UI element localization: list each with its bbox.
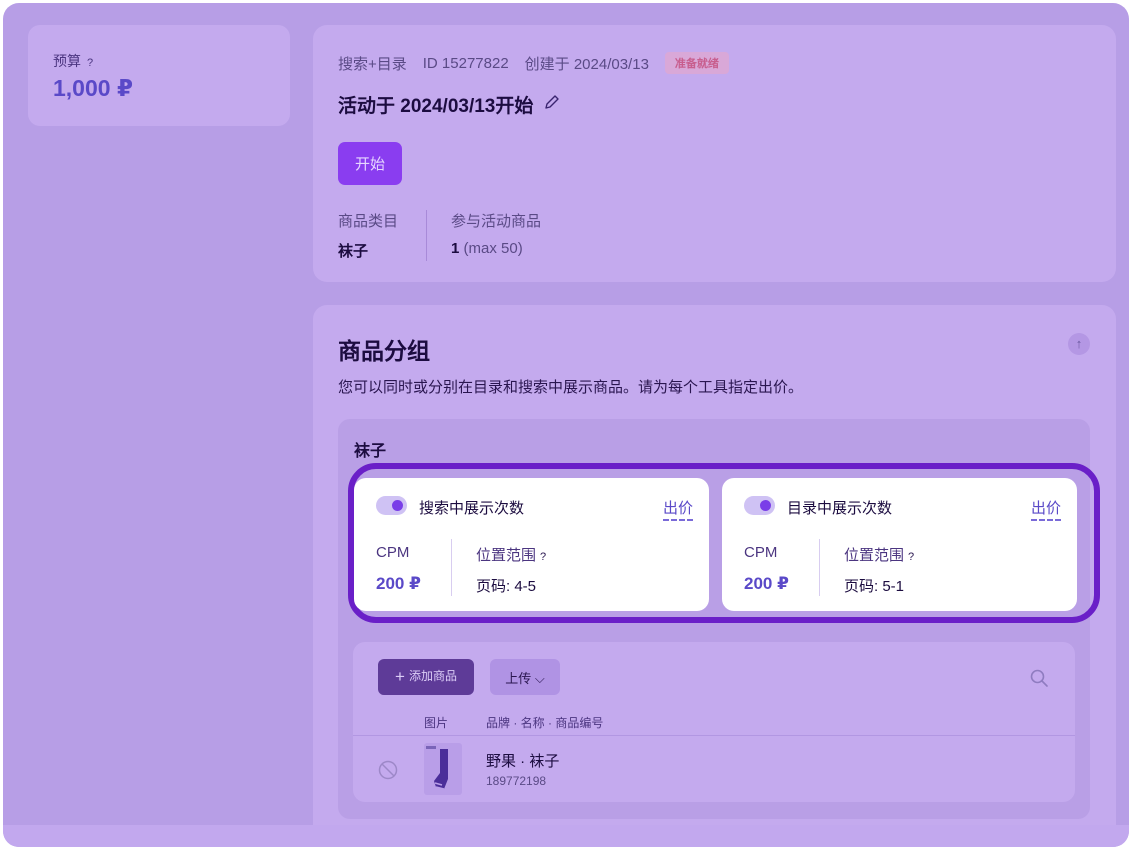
range-value: 页码: 4-5 [476,578,537,595]
upload-label: 上传 [505,670,532,686]
cpm-label: CPM [744,544,778,561]
product-id: 189772198 [486,774,547,788]
groups-title: 商品分组 [338,338,430,364]
divider [451,539,452,596]
start-button[interactable]: 开始 [338,142,402,185]
campaign-meta: 搜索+目录 ID 15277822 创建于 2024/03/13 准备就绪 [338,52,745,74]
budget-value: 1,000 ₽ [53,75,133,101]
cpm-label: CPM [376,544,410,561]
products-label: 参与活动商品 [451,213,542,230]
pencil-icon[interactable] [543,93,561,116]
range-label: 位置范围 [476,547,537,564]
budget-help-icon[interactable]: ? [87,57,93,69]
add-product-button[interactable]: + 添加商品 [378,659,474,695]
groups-description: 您可以同时或分别在目录和搜索中展示商品。请为每个工具指定出价。 [338,379,804,396]
budget-label: 预算 [53,53,81,69]
range-help-icon[interactable]: ? [908,551,914,563]
product-group: 袜子 搜索中展示次数 出价 CPM 200 ₽ 位置范围? 页码: 4-5 目录… [338,419,1100,819]
range-label: 位置范围 [844,547,905,564]
search-toggle[interactable] [376,496,407,515]
campaign-title: 活动于 2024/03/13开始 [338,96,534,117]
bid-link[interactable]: 出价 [1030,497,1061,521]
placement-title: 搜索中展示次数 [419,500,525,517]
products-count: 1 [451,240,460,257]
products-info: 参与活动商品 1 (max 50) [451,210,541,257]
catalog-toggle[interactable] [744,496,775,515]
divider [819,539,820,596]
upload-button[interactable]: 上传 ⌵ [490,659,560,695]
app-frame: 预算? 1,000 ₽ 搜索+目录 ID 15277822 创建于 2024/0… [3,3,1129,847]
budget-card: 预算? 1,000 ₽ [28,25,290,126]
arrow-up-icon[interactable]: ↑ [1068,333,1090,355]
range-help-icon[interactable]: ? [540,551,546,563]
campaign-type: 搜索+目录 [338,55,407,73]
plus-icon: + [395,667,405,686]
range-value: 页码: 5-1 [844,578,905,595]
category-label: 商品类目 [338,213,399,230]
sock-icon [426,746,448,790]
placement-title: 目录中展示次数 [787,500,893,517]
category-value: 袜子 [338,243,369,260]
cpm-value: 200 ₽ [744,574,789,593]
search-icon[interactable] [1029,668,1049,693]
divider [426,210,427,261]
bottom-strip [3,825,1129,847]
block-icon[interactable] [378,760,398,785]
group-name: 袜子 [354,443,387,460]
products-table: + 添加商品 上传 ⌵ 图片 品牌 · 名称 · 商品编号 野果 · 袜子 18… [353,642,1075,802]
add-product-label: 添加商品 [408,669,457,683]
divider [353,735,1075,736]
col-image-header: 图片 [424,716,449,730]
category-info: 商品类目 袜子 [338,210,398,261]
status-badge: 准备就绪 [664,52,729,74]
product-groups-card: 商品分组 您可以同时或分别在目录和搜索中展示商品。请为每个工具指定出价。 ↑ 袜… [313,305,1116,847]
chevron-down-icon: ⌵ [534,670,545,686]
cpm-value: 200 ₽ [376,574,421,593]
placement-catalog: 目录中展示次数 出价 CPM 200 ₽ 位置范围? 页码: 5-1 [722,478,1077,611]
col-info-header: 品牌 · 名称 · 商品编号 [486,716,604,730]
bid-link[interactable]: 出价 [662,497,693,521]
campaign-card: 搜索+目录 ID 15277822 创建于 2024/03/13 准备就绪 活动… [313,25,1116,282]
placement-search: 搜索中展示次数 出价 CPM 200 ₽ 位置范围? 页码: 4-5 [354,478,709,611]
campaign-created: 创建于 2024/03/13 [524,55,649,73]
products-max: (max 50) [463,240,523,257]
product-image [424,743,462,795]
campaign-id: ID 15277822 [422,54,509,72]
product-name: 野果 · 袜子 [486,753,560,770]
